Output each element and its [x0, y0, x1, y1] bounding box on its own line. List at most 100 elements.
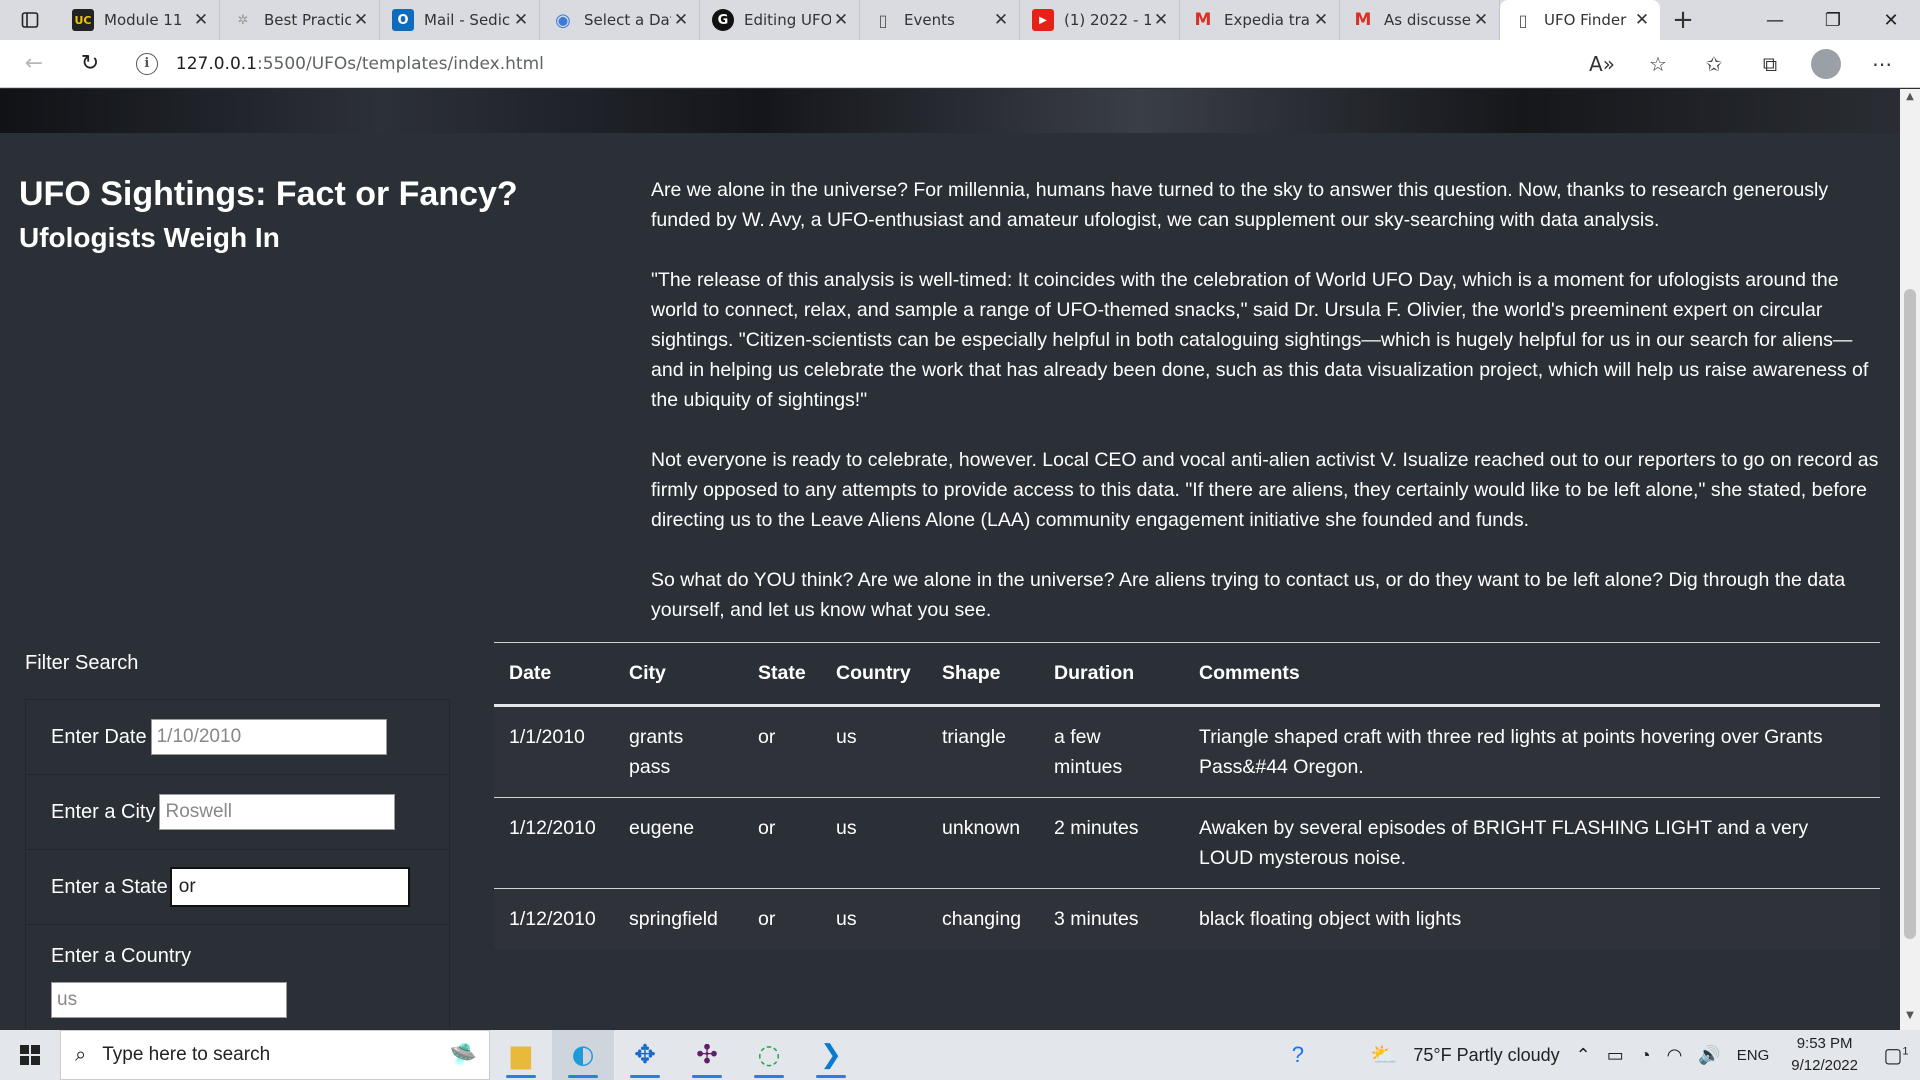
clock[interactable]: 9:53 PM 9/12/2022: [1777, 1033, 1872, 1077]
browser-tab[interactable]: ▶ (1) 2022 - 1 ✕: [1020, 0, 1180, 40]
browser-tab-active[interactable]: ▯ UFO Finder ✕: [1500, 0, 1660, 40]
browser-tab[interactable]: UC Module 11 ✕: [60, 0, 220, 40]
snipping-tool-button[interactable]: ✥: [614, 1030, 676, 1080]
page-subtitle: Ufologists Weigh In: [19, 222, 280, 253]
state-input[interactable]: [169, 867, 410, 907]
close-tab-icon[interactable]: ✕: [511, 10, 531, 30]
web-page: UFO Sightings: Fact or Fancy? Ufologists…: [0, 89, 1900, 1030]
system-tray: ? ⛅ 75°F Partly cloudy ⌃ ▭ ◔ ◠ 🔊 ENG 9:5…: [1284, 1033, 1920, 1077]
browser-tab[interactable]: M Expedia tra ✕: [1180, 0, 1340, 40]
close-tab-icon[interactable]: ✕: [351, 10, 371, 30]
browser-tab[interactable]: M As discusse ✕: [1340, 0, 1500, 40]
tab-title: Events: [904, 11, 955, 29]
date-input[interactable]: [150, 719, 387, 755]
browser-tab[interactable]: O Mail - Sedic ✕: [380, 0, 540, 40]
weather-text[interactable]: 75°F Partly cloudy: [1405, 1045, 1567, 1066]
read-aloud-icon: A»: [1589, 51, 1615, 76]
close-tab-icon[interactable]: ✕: [991, 10, 1011, 30]
camera-icon[interactable]: ▭: [1599, 1045, 1632, 1066]
table-cell: us: [821, 797, 927, 889]
read-aloud-button[interactable]: A»: [1574, 49, 1630, 79]
close-tab-icon[interactable]: ✕: [1632, 10, 1652, 30]
browser-tab[interactable]: G Editing UFO ✕: [700, 0, 860, 40]
add-favorite-button[interactable]: ☆: [1630, 49, 1686, 79]
scroll-down-icon[interactable]: ▼: [1900, 1010, 1920, 1028]
close-tab-icon[interactable]: ✕: [1311, 10, 1331, 30]
close-tab-icon[interactable]: ✕: [1471, 10, 1491, 30]
page-scrollbar[interactable]: ▲ ▼: [1900, 89, 1920, 1030]
scroll-up-icon[interactable]: ▲: [1900, 91, 1920, 109]
table-row: 1/12/2010 springfield or us changing 3 m…: [494, 888, 1880, 949]
collections-icon: ⧉: [1762, 51, 1778, 76]
gmail-icon: M: [1354, 10, 1372, 30]
wifi-icon[interactable]: ◠: [1659, 1045, 1691, 1066]
browser-tab[interactable]: ◉ Select a Dat ✕: [540, 0, 700, 40]
column-header: Comments: [1184, 642, 1880, 707]
green-app-button[interactable]: ◌: [738, 1030, 800, 1080]
column-header: Date: [494, 642, 614, 707]
restore-button[interactable]: ❐: [1804, 0, 1862, 40]
clock-time: 9:53 PM: [1796, 1035, 1853, 1052]
article-paragraph: "The release of this analysis is well-ti…: [651, 269, 1869, 411]
column-header: Shape: [927, 642, 1039, 707]
slack-button[interactable]: ✣: [676, 1030, 738, 1080]
outlook-icon: O: [392, 9, 414, 31]
start-button[interactable]: [0, 1030, 60, 1080]
url-host: 127.0.0.1: [175, 53, 257, 74]
edge-icon: ◐: [571, 1040, 595, 1070]
site-info-icon[interactable]: i: [135, 52, 158, 75]
collections-button[interactable]: ⧉: [1742, 49, 1798, 79]
table-cell: triangle: [927, 705, 1039, 798]
refresh-button[interactable]: ↻: [68, 46, 112, 82]
table-cell: 1/12/2010: [494, 888, 614, 949]
chevron-up-icon[interactable]: ⌃: [1568, 1045, 1599, 1066]
back-button[interactable]: ←: [12, 46, 56, 82]
table-cell: 2 minutes: [1039, 797, 1184, 889]
notification-button[interactable]: ▢1: [1872, 1043, 1920, 1068]
close-window-button[interactable]: ✕: [1862, 0, 1920, 40]
settings-menu-button[interactable]: ⋯: [1854, 49, 1910, 79]
city-label: Enter a City: [51, 800, 156, 823]
tab-actions-button[interactable]: [0, 0, 60, 40]
city-input[interactable]: [159, 794, 396, 830]
search-icon: ⌕: [75, 1043, 87, 1066]
help-icon[interactable]: ?: [1284, 1042, 1312, 1068]
language-indicator[interactable]: ENG: [1729, 1047, 1778, 1064]
search-highlight-icon[interactable]: 🛸: [450, 1042, 477, 1068]
file-explorer-button[interactable]: ▆: [490, 1030, 552, 1080]
close-tab-icon[interactable]: ✕: [1151, 10, 1171, 30]
network-icon[interactable]: ◔: [1632, 1045, 1659, 1066]
scrollbar-thumb[interactable]: [1904, 289, 1916, 939]
filter-date-row: Enter Date: [26, 700, 449, 775]
favorites-button[interactable]: ✩: [1686, 49, 1742, 79]
table-cell: 1/12/2010: [494, 797, 614, 889]
date-label: Enter Date: [51, 725, 147, 748]
tab-title: (1) 2022 - 1: [1064, 11, 1151, 29]
edge-button[interactable]: ◐: [552, 1030, 614, 1080]
weather-icon[interactable]: ⛅: [1362, 1042, 1405, 1068]
volume-icon[interactable]: 🔊: [1690, 1045, 1728, 1066]
country-input[interactable]: [51, 982, 287, 1018]
minimize-button[interactable]: —: [1746, 0, 1804, 40]
filter-country-row: Enter a Country: [26, 925, 449, 1018]
table-cell: 3 minutes: [1039, 888, 1184, 949]
close-tab-icon[interactable]: ✕: [191, 10, 211, 30]
column-header: State: [743, 642, 821, 707]
close-tab-icon[interactable]: ✕: [831, 10, 851, 30]
vscode-button[interactable]: ❯: [800, 1030, 862, 1080]
clock-date: 9/12/2022: [1791, 1057, 1858, 1074]
restore-icon: ❐: [1824, 9, 1842, 31]
plus-icon: +: [1672, 5, 1694, 35]
browser-tab[interactable]: ▯ Events ✕: [860, 0, 1020, 40]
back-arrow-icon: ←: [24, 51, 44, 76]
column-header: Duration: [1039, 642, 1184, 707]
close-tab-icon[interactable]: ✕: [671, 10, 691, 30]
profile-avatar[interactable]: [1811, 48, 1841, 79]
new-tab-button[interactable]: +: [1660, 0, 1706, 40]
gmail-icon: M: [1194, 10, 1212, 30]
url-input[interactable]: i 127.0.0.1:5500/UFOs/templates/index.ht…: [125, 45, 1574, 82]
taskbar-search-input[interactable]: ⌕ Type here to search 🛸: [60, 1030, 490, 1080]
favorites-icon: ✩: [1705, 51, 1723, 76]
browser-tab[interactable]: ✲ Best Practic ✕: [220, 0, 380, 40]
refresh-ring-icon: ◌: [757, 1040, 781, 1070]
